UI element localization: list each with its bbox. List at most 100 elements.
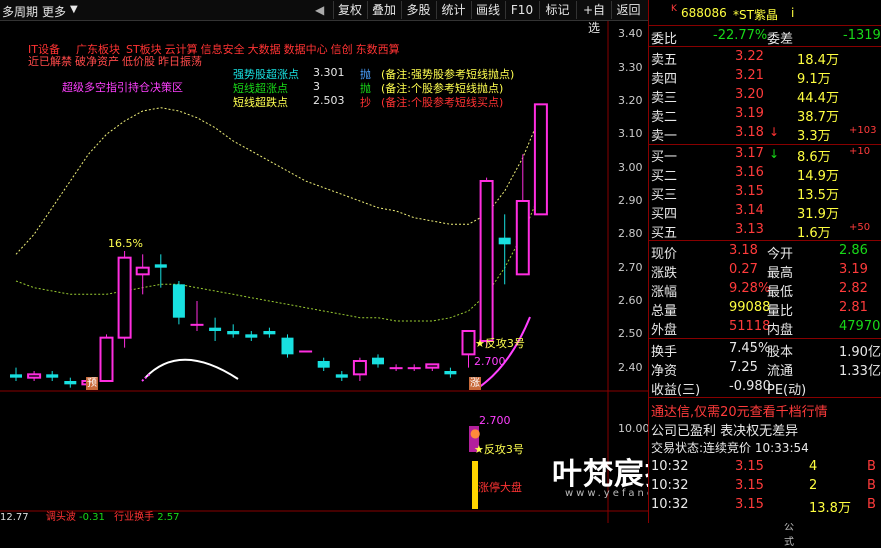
toolbar-button[interactable]: 标记: [539, 1, 575, 19]
toolbar-button[interactable]: +自选: [576, 1, 611, 35]
kline-chart[interactable]: IT设备 广东板块 ST板块 云计算 信息安全 大数据 数据中心 信创 东数西算 近已解禁 破净资…: [0, 21, 799, 548]
y-axis-tick: 3.40: [618, 27, 643, 41]
toolbar-button[interactable]: 统计: [436, 1, 470, 19]
ma-lower-line: [15, 190, 542, 322]
stat-l2: 量比: [767, 304, 794, 319]
stat-row: 涨跌 0.27 最高 3.19: [649, 261, 881, 281]
info-icon[interactable]: i: [791, 6, 794, 20]
order-price: 3.22: [735, 49, 764, 64]
chart-toolbar: 多周期 更多 ▼ ◀ 复权 叠加 多股 统计 画线 F10 标记 +自选 返回: [0, 0, 648, 35]
candle-body: [407, 367, 421, 370]
stat-l1: 涨跌: [651, 266, 678, 281]
stat-l2: 股本: [767, 345, 794, 360]
period-selector[interactable]: 多周期: [2, 3, 38, 20]
tick-time: 10:32: [651, 459, 689, 474]
trade-status-row: 交易状态:连续竞价 10:33:54: [649, 438, 881, 457]
sell-order-row[interactable]: 卖五 3.22 18.4万: [649, 48, 881, 68]
candle-body: [117, 256, 132, 339]
stat-l1: 总量: [651, 304, 678, 319]
sell-order-row[interactable]: 卖二 3.19 38.7万: [649, 105, 881, 125]
toolbar-button[interactable]: 画线: [471, 1, 504, 19]
more-dropdown-icon[interactable]: ▼: [70, 4, 78, 15]
stat-l1: 收益(三): [651, 383, 701, 398]
stat-l2: 流通: [767, 364, 794, 379]
sector-tag[interactable]: 东数西算: [356, 43, 400, 56]
order-label: 买二: [651, 169, 678, 184]
indicator-name: 短线超跌点: [233, 96, 288, 109]
buy-order-row[interactable]: 买四 3.14 31.9万: [649, 202, 881, 222]
tick-vol: 2: [809, 478, 818, 493]
candle-body: [46, 374, 59, 378]
order-label: 卖三: [651, 91, 678, 106]
company-info-row: 公司已盈利 表决权无差异: [649, 419, 881, 439]
white-arc-line: [144, 358, 239, 380]
candle-body: [27, 373, 42, 379]
indicator-value: 3.301: [313, 66, 345, 79]
sector-tag[interactable]: 信创: [331, 43, 353, 56]
tick-dir: B: [867, 497, 876, 512]
indicator-value: 3: [313, 80, 320, 93]
toolbar-button[interactable]: 返回: [611, 1, 645, 19]
fangong-annotation: ★反攻3号: [475, 337, 525, 350]
candle-body: [317, 361, 330, 368]
stat-l1: 换手: [651, 345, 678, 360]
tick-price: 3.15: [735, 497, 764, 512]
more-menu[interactable]: 更多: [42, 3, 66, 20]
candle-body: [352, 360, 367, 376]
stat-v1: 7.45%: [729, 341, 771, 356]
candle-body: [263, 331, 276, 335]
pct-annotation: 16.5%: [108, 237, 143, 250]
buy-order-row[interactable]: 买一 3.17 8.6万 +10: [649, 145, 881, 165]
stat-v1: 99088: [729, 300, 771, 315]
order-price: 3.18: [735, 125, 764, 140]
candle-body: [135, 266, 150, 276]
sector-tag[interactable]: 数据中心: [284, 43, 328, 56]
toolbar-button[interactable]: 复权: [333, 1, 366, 19]
sector-tag[interactable]: 大数据: [248, 43, 281, 56]
buy-order-row[interactable]: 买二 3.16 14.9万: [649, 164, 881, 184]
tick-row: 10:32 3.15 4 B: [649, 458, 881, 477]
stat-v1: 9.28%: [729, 281, 771, 296]
candle-body: [389, 367, 403, 370]
sector-tag[interactable]: 破净资产: [75, 55, 119, 68]
ad-text[interactable]: 通达信,仅需20元查看千档行情: [651, 401, 828, 420]
tick-time: 10:32: [651, 478, 689, 493]
stat-row: 净资 7.25 流通 1.33亿: [649, 359, 881, 379]
toolbar-button[interactable]: 多股: [401, 1, 435, 19]
y-axis-tick: 3.10: [618, 127, 643, 141]
stock-header: K 688086 *ST紫晶 i: [649, 4, 881, 23]
stock-code: 688086: [681, 6, 727, 20]
candle-body: [154, 264, 167, 268]
y-axis-tick: 3.00: [618, 160, 643, 174]
stat-row: 外盘 51118 内盘 47970: [649, 318, 881, 338]
candle-body: [281, 337, 294, 355]
ad-row[interactable]: 通达信,仅需20元查看千档行情: [649, 400, 881, 420]
bottom-indicator-name: 调头波: [45, 512, 76, 523]
buy-order-row[interactable]: 买三 3.15 13.5万: [649, 183, 881, 203]
sector-tag[interactable]: 近已解禁: [28, 55, 72, 68]
sector-tag[interactable]: 信息安全: [201, 43, 245, 56]
order-label: 买四: [651, 207, 678, 222]
nav-left-icon[interactable]: ◀: [315, 3, 324, 17]
sell-order-row[interactable]: 卖四 3.21 9.1万: [649, 67, 881, 87]
sector-tag[interactable]: 昨日振荡: [158, 55, 202, 68]
divider: [649, 240, 881, 241]
order-label: 卖五: [651, 53, 678, 68]
candle-body: [64, 381, 77, 385]
tick-row: 10:32 3.15 2 B: [649, 477, 881, 496]
sell-order-row[interactable]: 卖一 3.18 3.3万 +103: [649, 124, 881, 144]
order-label: 买三: [651, 188, 678, 203]
stat-v1: 3.18: [729, 243, 758, 258]
toolbar-button[interactable]: F10: [505, 1, 538, 19]
sell-order-row[interactable]: 卖三 3.20 44.4万: [649, 86, 881, 106]
stock-name[interactable]: *ST紫晶: [733, 6, 778, 23]
tick-vol: 13.8万: [809, 501, 851, 516]
candle-body: [444, 371, 457, 375]
stat-v1: 0.27: [729, 262, 758, 277]
toolbar-button[interactable]: 叠加: [367, 1, 400, 19]
sector-tag[interactable]: 低价股: [122, 55, 155, 68]
weibi-label: 委比: [651, 32, 678, 47]
buy-order-row[interactable]: 买五 3.13 1.6万 +50: [649, 221, 881, 241]
order-label: 卖二: [651, 110, 678, 125]
bottom-indicator-bar: 12.77 调头波 -0.31 行业换手 2.57: [0, 512, 608, 523]
